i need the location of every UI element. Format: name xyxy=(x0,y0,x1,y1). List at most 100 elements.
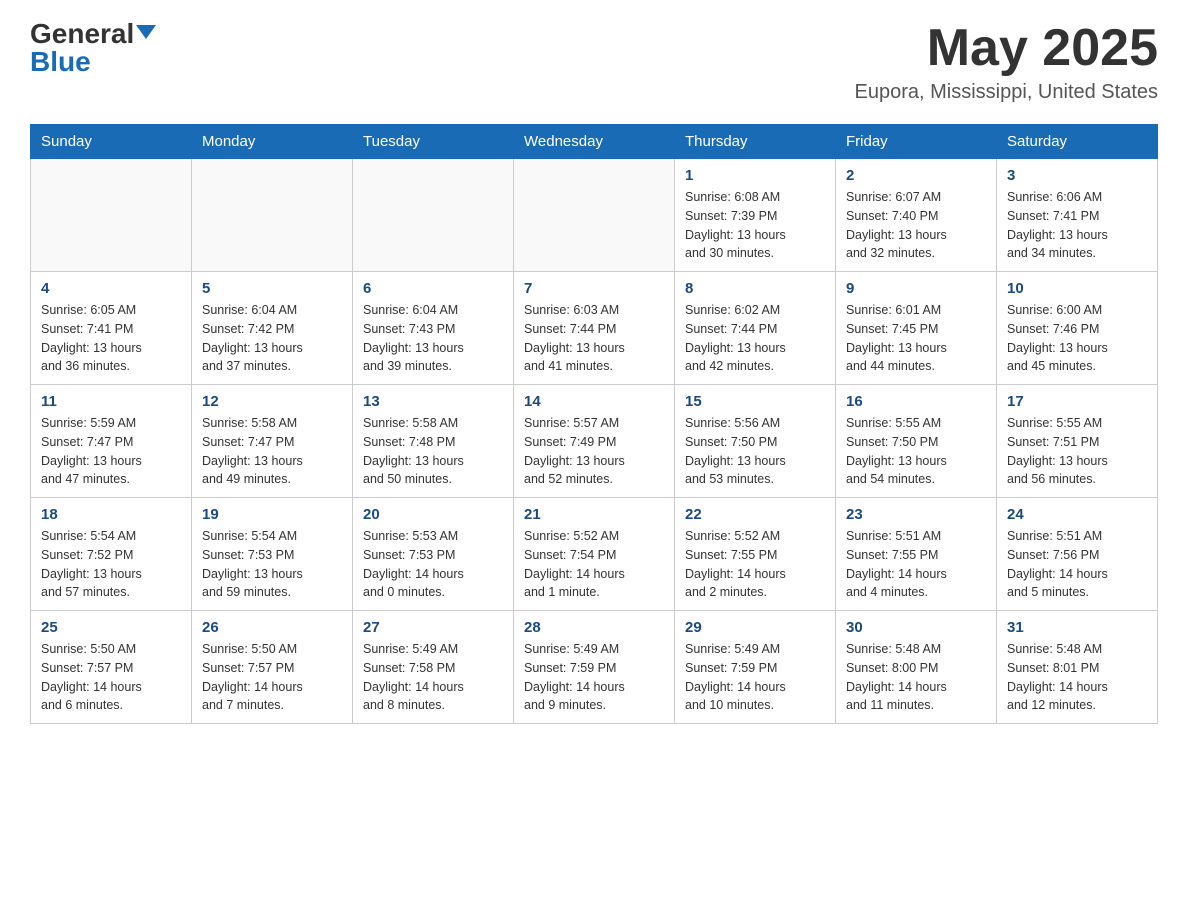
calendar-cell: 3 Sunrise: 6:06 AM Sunset: 7:41 PM Daylig… xyxy=(997,159,1158,272)
day-info: Sunrise: 5:50 AM Sunset: 7:57 PM Dayligh… xyxy=(202,640,342,715)
day-number: 24 xyxy=(1007,506,1147,523)
day-number: 30 xyxy=(846,619,986,636)
day-number: 14 xyxy=(524,393,664,410)
day-info: Sunrise: 6:05 AM Sunset: 7:41 PM Dayligh… xyxy=(41,301,181,376)
day-number: 15 xyxy=(685,393,825,410)
weekday-header-row: SundayMondayTuesdayWednesdayThursdayFrid… xyxy=(31,125,1158,159)
day-info: Sunrise: 5:58 AM Sunset: 7:47 PM Dayligh… xyxy=(202,414,342,489)
weekday-header-friday: Friday xyxy=(836,125,997,159)
day-number: 22 xyxy=(685,506,825,523)
calendar-cell: 9 Sunrise: 6:01 AM Sunset: 7:45 PM Daylig… xyxy=(836,272,997,385)
week-row-2: 4 Sunrise: 6:05 AM Sunset: 7:41 PM Daylig… xyxy=(31,272,1158,385)
calendar-cell: 26 Sunrise: 5:50 AM Sunset: 7:57 PM Dayli… xyxy=(192,611,353,724)
day-info: Sunrise: 6:03 AM Sunset: 7:44 PM Dayligh… xyxy=(524,301,664,376)
day-number: 13 xyxy=(363,393,503,410)
day-info: Sunrise: 6:06 AM Sunset: 7:41 PM Dayligh… xyxy=(1007,188,1147,263)
day-number: 31 xyxy=(1007,619,1147,636)
weekday-header-monday: Monday xyxy=(192,125,353,159)
day-info: Sunrise: 5:49 AM Sunset: 7:59 PM Dayligh… xyxy=(685,640,825,715)
day-info: Sunrise: 5:50 AM Sunset: 7:57 PM Dayligh… xyxy=(41,640,181,715)
day-number: 23 xyxy=(846,506,986,523)
calendar-cell: 18 Sunrise: 5:54 AM Sunset: 7:52 PM Dayli… xyxy=(31,498,192,611)
day-number: 4 xyxy=(41,280,181,297)
day-number: 16 xyxy=(846,393,986,410)
calendar-cell: 7 Sunrise: 6:03 AM Sunset: 7:44 PM Daylig… xyxy=(514,272,675,385)
logo-arrow-icon xyxy=(136,25,156,39)
day-number: 7 xyxy=(524,280,664,297)
day-number: 10 xyxy=(1007,280,1147,297)
calendar-cell: 30 Sunrise: 5:48 AM Sunset: 8:00 PM Dayli… xyxy=(836,611,997,724)
day-info: Sunrise: 6:00 AM Sunset: 7:46 PM Dayligh… xyxy=(1007,301,1147,376)
day-number: 28 xyxy=(524,619,664,636)
day-info: Sunrise: 5:56 AM Sunset: 7:50 PM Dayligh… xyxy=(685,414,825,489)
calendar-cell: 15 Sunrise: 5:56 AM Sunset: 7:50 PM Dayli… xyxy=(675,385,836,498)
logo-blue-text: Blue xyxy=(30,48,91,76)
day-info: Sunrise: 5:55 AM Sunset: 7:51 PM Dayligh… xyxy=(1007,414,1147,489)
calendar-cell: 27Sunrise: 5:49 AM Sunset: 7:58 PM Dayli… xyxy=(353,611,514,724)
week-row-4: 18 Sunrise: 5:54 AM Sunset: 7:52 PM Dayli… xyxy=(31,498,1158,611)
day-info: Sunrise: 5:52 AM Sunset: 7:54 PM Dayligh… xyxy=(524,527,664,602)
page-header: General Blue May 2025 Eupora, Mississipp… xyxy=(30,20,1158,104)
day-number: 17 xyxy=(1007,393,1147,410)
calendar-cell: 6 Sunrise: 6:04 AM Sunset: 7:43 PM Daylig… xyxy=(353,272,514,385)
day-info: Sunrise: 6:08 AM Sunset: 7:39 PM Dayligh… xyxy=(685,188,825,263)
calendar-cell: 16 Sunrise: 5:55 AM Sunset: 7:50 PM Dayli… xyxy=(836,385,997,498)
day-number: 3 xyxy=(1007,167,1147,184)
calendar-cell: 14 Sunrise: 5:57 AM Sunset: 7:49 PM Dayli… xyxy=(514,385,675,498)
day-info: Sunrise: 6:07 AM Sunset: 7:40 PM Dayligh… xyxy=(846,188,986,263)
calendar-cell: 1Sunrise: 6:08 AM Sunset: 7:39 PM Daylig… xyxy=(675,159,836,272)
day-number: 21 xyxy=(524,506,664,523)
calendar-cell: 29Sunrise: 5:49 AM Sunset: 7:59 PM Dayli… xyxy=(675,611,836,724)
day-number: 26 xyxy=(202,619,342,636)
calendar-cell: 10 Sunrise: 6:00 AM Sunset: 7:46 PM Dayli… xyxy=(997,272,1158,385)
day-number: 11 xyxy=(41,393,181,410)
day-number: 5 xyxy=(202,280,342,297)
day-info: Sunrise: 5:55 AM Sunset: 7:50 PM Dayligh… xyxy=(846,414,986,489)
day-number: 25 xyxy=(41,619,181,636)
week-row-3: 11Sunrise: 5:59 AM Sunset: 7:47 PM Dayli… xyxy=(31,385,1158,498)
calendar-cell: 24Sunrise: 5:51 AM Sunset: 7:56 PM Dayli… xyxy=(997,498,1158,611)
calendar-cell xyxy=(353,159,514,272)
day-number: 2 xyxy=(846,167,986,184)
day-info: Sunrise: 5:48 AM Sunset: 8:00 PM Dayligh… xyxy=(846,640,986,715)
day-number: 27 xyxy=(363,619,503,636)
calendar-cell: 11Sunrise: 5:59 AM Sunset: 7:47 PM Dayli… xyxy=(31,385,192,498)
calendar-cell: 20 Sunrise: 5:53 AM Sunset: 7:53 PM Dayli… xyxy=(353,498,514,611)
calendar-cell: 22 Sunrise: 5:52 AM Sunset: 7:55 PM Dayli… xyxy=(675,498,836,611)
location-subtitle: Eupora, Mississippi, United States xyxy=(855,81,1158,104)
calendar-cell: 31 Sunrise: 5:48 AM Sunset: 8:01 PM Dayli… xyxy=(997,611,1158,724)
day-info: Sunrise: 6:02 AM Sunset: 7:44 PM Dayligh… xyxy=(685,301,825,376)
day-info: Sunrise: 5:53 AM Sunset: 7:53 PM Dayligh… xyxy=(363,527,503,602)
calendar-cell: 2 Sunrise: 6:07 AM Sunset: 7:40 PM Daylig… xyxy=(836,159,997,272)
day-number: 6 xyxy=(363,280,503,297)
day-info: Sunrise: 5:52 AM Sunset: 7:55 PM Dayligh… xyxy=(685,527,825,602)
day-info: Sunrise: 6:04 AM Sunset: 7:43 PM Dayligh… xyxy=(363,301,503,376)
calendar-cell xyxy=(192,159,353,272)
day-info: Sunrise: 5:54 AM Sunset: 7:52 PM Dayligh… xyxy=(41,527,181,602)
calendar-cell: 17 Sunrise: 5:55 AM Sunset: 7:51 PM Dayli… xyxy=(997,385,1158,498)
calendar-cell: 23 Sunrise: 5:51 AM Sunset: 7:55 PM Dayli… xyxy=(836,498,997,611)
day-number: 18 xyxy=(41,506,181,523)
day-info: Sunrise: 6:01 AM Sunset: 7:45 PM Dayligh… xyxy=(846,301,986,376)
day-number: 9 xyxy=(846,280,986,297)
calendar-cell: 4 Sunrise: 6:05 AM Sunset: 7:41 PM Daylig… xyxy=(31,272,192,385)
weekday-header-saturday: Saturday xyxy=(997,125,1158,159)
day-info: Sunrise: 5:51 AM Sunset: 7:55 PM Dayligh… xyxy=(846,527,986,602)
weekday-header-thursday: Thursday xyxy=(675,125,836,159)
calendar-cell: 13Sunrise: 5:58 AM Sunset: 7:48 PM Dayli… xyxy=(353,385,514,498)
day-number: 12 xyxy=(202,393,342,410)
calendar-cell: 12 Sunrise: 5:58 AM Sunset: 7:47 PM Dayli… xyxy=(192,385,353,498)
day-info: Sunrise: 5:57 AM Sunset: 7:49 PM Dayligh… xyxy=(524,414,664,489)
week-row-5: 25 Sunrise: 5:50 AM Sunset: 7:57 PM Dayli… xyxy=(31,611,1158,724)
calendar-cell xyxy=(31,159,192,272)
day-number: 20 xyxy=(363,506,503,523)
day-info: Sunrise: 5:48 AM Sunset: 8:01 PM Dayligh… xyxy=(1007,640,1147,715)
day-number: 8 xyxy=(685,280,825,297)
logo-general-text: General xyxy=(30,20,134,48)
logo: General Blue xyxy=(30,20,156,76)
calendar-cell: 21 Sunrise: 5:52 AM Sunset: 7:54 PM Dayli… xyxy=(514,498,675,611)
calendar-table: SundayMondayTuesdayWednesdayThursdayFrid… xyxy=(30,124,1158,724)
week-row-1: 1Sunrise: 6:08 AM Sunset: 7:39 PM Daylig… xyxy=(31,159,1158,272)
day-info: Sunrise: 5:49 AM Sunset: 7:59 PM Dayligh… xyxy=(524,640,664,715)
calendar-cell: 28 Sunrise: 5:49 AM Sunset: 7:59 PM Dayli… xyxy=(514,611,675,724)
